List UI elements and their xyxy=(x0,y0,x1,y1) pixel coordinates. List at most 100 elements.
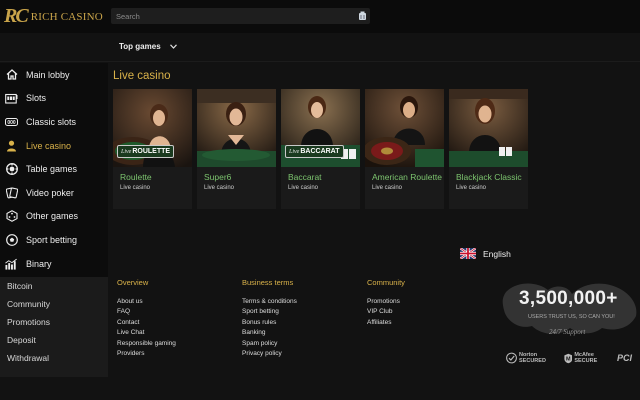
game-title[interactable]: Roulette xyxy=(120,172,192,182)
sidebar-link-bitcoin[interactable]: Bitcoin xyxy=(0,277,108,295)
trust-panel: 3,500,000+ USERS TRUST US, SO CAN YOU! 2… xyxy=(498,272,640,372)
footer-link-privacy-policy[interactable]: Privacy policy xyxy=(242,349,297,359)
sidebar-link-community[interactable]: Community xyxy=(0,295,108,313)
game-category: Live casino xyxy=(204,185,235,191)
sidebar-item-video-poker[interactable]: Video poker xyxy=(0,181,108,205)
checkmark-icon xyxy=(506,352,517,364)
svg-text:000: 000 xyxy=(7,120,16,126)
soccer-ball-icon xyxy=(5,234,18,246)
footer-link-faq[interactable]: FAQ xyxy=(117,307,176,317)
sidebar-item-label: Main lobby xyxy=(26,69,70,80)
game-card-blackjack-classic[interactable]: Blackjack Classic Live casino xyxy=(449,89,528,209)
svg-text:M: M xyxy=(566,356,571,362)
game-category: Live casino xyxy=(120,185,151,191)
search-input[interactable] xyxy=(111,11,351,21)
sidebar-item-live-casino[interactable]: Live casino xyxy=(0,134,108,158)
footer-link-about-us[interactable]: About us xyxy=(117,297,176,307)
sidebar-item-label: Sport betting xyxy=(26,234,78,245)
footer-overview: Overview About us FAQ Contact Live Chat … xyxy=(117,278,176,359)
badge-game-text: ROULETTE xyxy=(132,148,171,155)
trust-tagline: USERS TRUST US, SO CAN YOU! xyxy=(528,314,615,320)
sub-navigation: Top games xyxy=(0,33,640,62)
game-card-super6[interactable]: Super6 Live casino xyxy=(197,89,276,209)
sidebar-item-other-games[interactable]: Other games xyxy=(0,205,108,229)
section-title: Live casino xyxy=(113,70,171,82)
sidebar-item-label: Classic slots xyxy=(26,116,77,127)
sidebar-item-label: Video poker xyxy=(26,187,74,198)
sidebar-secondary-list: Bitcoin Community Promotions Deposit Wit… xyxy=(0,277,108,377)
game-thumbnail xyxy=(365,89,444,167)
game-card-american-roulette[interactable]: American Roulette Live casino xyxy=(365,89,444,209)
chip-icon xyxy=(5,163,18,176)
sidebar-link-deposit[interactable]: Deposit xyxy=(0,331,108,349)
game-card-roulette[interactable]: Live ROULETTE Roulette Live casino xyxy=(113,89,192,209)
game-card-baccarat[interactable]: Live BACCARAT Baccarat Live casino xyxy=(281,89,360,209)
footer-community: Community Promotions VIP Club Affiliates xyxy=(367,278,405,328)
live-roulette-badge: Live ROULETTE xyxy=(117,145,175,158)
norton-text: Norton SECURED xyxy=(519,352,546,364)
footer-link-terms[interactable]: Terms & conditions xyxy=(242,297,297,307)
game-thumbnail: Live ROULETTE xyxy=(113,89,192,167)
sidebar-item-slots[interactable]: Slots xyxy=(0,87,108,111)
mcafee-seal: M McAfee SECURE xyxy=(564,352,609,365)
search-box[interactable] xyxy=(111,8,370,24)
sidebar-item-main-lobby[interactable]: Main lobby xyxy=(0,63,108,87)
footer-link-vip-club[interactable]: VIP Club xyxy=(367,307,405,317)
game-title[interactable]: Blackjack Classic xyxy=(456,172,528,182)
top-games-dropdown[interactable]: Top games xyxy=(119,42,177,51)
dice-icon xyxy=(5,210,18,223)
sidebar-item-binary[interactable]: Binary xyxy=(0,252,108,276)
sidebar-item-sport-betting[interactable]: Sport betting xyxy=(0,228,108,252)
sidebar-item-label: Live casino xyxy=(26,140,72,151)
user-count: 3,500,000+ xyxy=(519,288,618,309)
footer-link-providers[interactable]: Providers xyxy=(117,349,176,359)
sidebar-link-promotions[interactable]: Promotions xyxy=(0,313,108,331)
uk-flag-icon xyxy=(460,248,476,259)
logo-mark: RC xyxy=(4,5,29,27)
footer-link-affiliates[interactable]: Affiliates xyxy=(367,318,405,328)
world-map-graphic xyxy=(502,283,637,334)
logo-text: RICH CASINO xyxy=(30,10,103,23)
game-title[interactable]: American Roulette xyxy=(372,172,444,182)
footer-link-contact[interactable]: Contact xyxy=(117,318,176,328)
footer-link-responsible-gaming[interactable]: Responsible gaming xyxy=(117,339,176,349)
logo[interactable]: RC RICH CASINO xyxy=(4,5,110,28)
footer-link-bonus-rules[interactable]: Bonus rules xyxy=(242,318,297,328)
footer-heading-business-terms: Business terms xyxy=(242,278,294,287)
badge-live-text: Live xyxy=(289,148,300,155)
sidebar-item-classic-slots[interactable]: 000 Classic slots xyxy=(0,110,108,134)
language-label: English xyxy=(483,248,511,259)
game-thumbnail xyxy=(197,89,276,167)
sidebar-link-withdrawal[interactable]: Withdrawal xyxy=(0,349,108,367)
mcafee-text: McAfee SECURE xyxy=(574,352,598,364)
game-category: Live casino xyxy=(372,185,403,191)
footer-link-banking[interactable]: Banking xyxy=(242,328,297,338)
language-selector[interactable]: English xyxy=(460,248,511,259)
shield-icon: M xyxy=(564,353,572,363)
sidebar-item-label: Slots xyxy=(26,93,47,104)
top-games-label: Top games xyxy=(119,42,161,51)
game-title[interactable]: Super6 xyxy=(204,172,276,182)
game-thumbnail: Live BACCARAT xyxy=(281,89,360,167)
game-category: Live casino xyxy=(288,185,319,191)
badge-game-text: BACCARAT xyxy=(300,148,340,155)
classic-slot-icon: 000 xyxy=(5,116,18,128)
footer-heading-overview: Overview xyxy=(117,278,149,287)
norton-seal: Norton SECURED xyxy=(506,351,556,365)
footer-business-terms: Business terms Terms & conditions Sport … xyxy=(242,278,297,359)
support-text: 24/7 Support xyxy=(549,328,586,336)
sidebar-item-table-games[interactable]: Table games xyxy=(0,157,108,181)
cards-icon xyxy=(5,187,18,199)
sidebar-item-label: Table games xyxy=(26,164,78,175)
footer-link-live-chat[interactable]: Live Chat xyxy=(117,328,176,338)
live-baccarat-badge: Live BACCARAT xyxy=(285,145,344,158)
slot-machine-icon xyxy=(5,92,18,104)
game-title[interactable]: Baccarat xyxy=(288,172,360,182)
footer-heading-community: Community xyxy=(367,278,405,287)
footer-link-sport-betting[interactable]: Sport betting xyxy=(242,307,297,317)
security-seals: Norton SECURED M McAfee SECURE PCI xyxy=(506,351,640,365)
footer-link-spam-policy[interactable]: Spam policy xyxy=(242,339,297,349)
home-icon xyxy=(5,69,18,81)
footer-link-promotions[interactable]: Promotions xyxy=(367,297,405,307)
clear-search-icon[interactable] xyxy=(358,11,367,21)
